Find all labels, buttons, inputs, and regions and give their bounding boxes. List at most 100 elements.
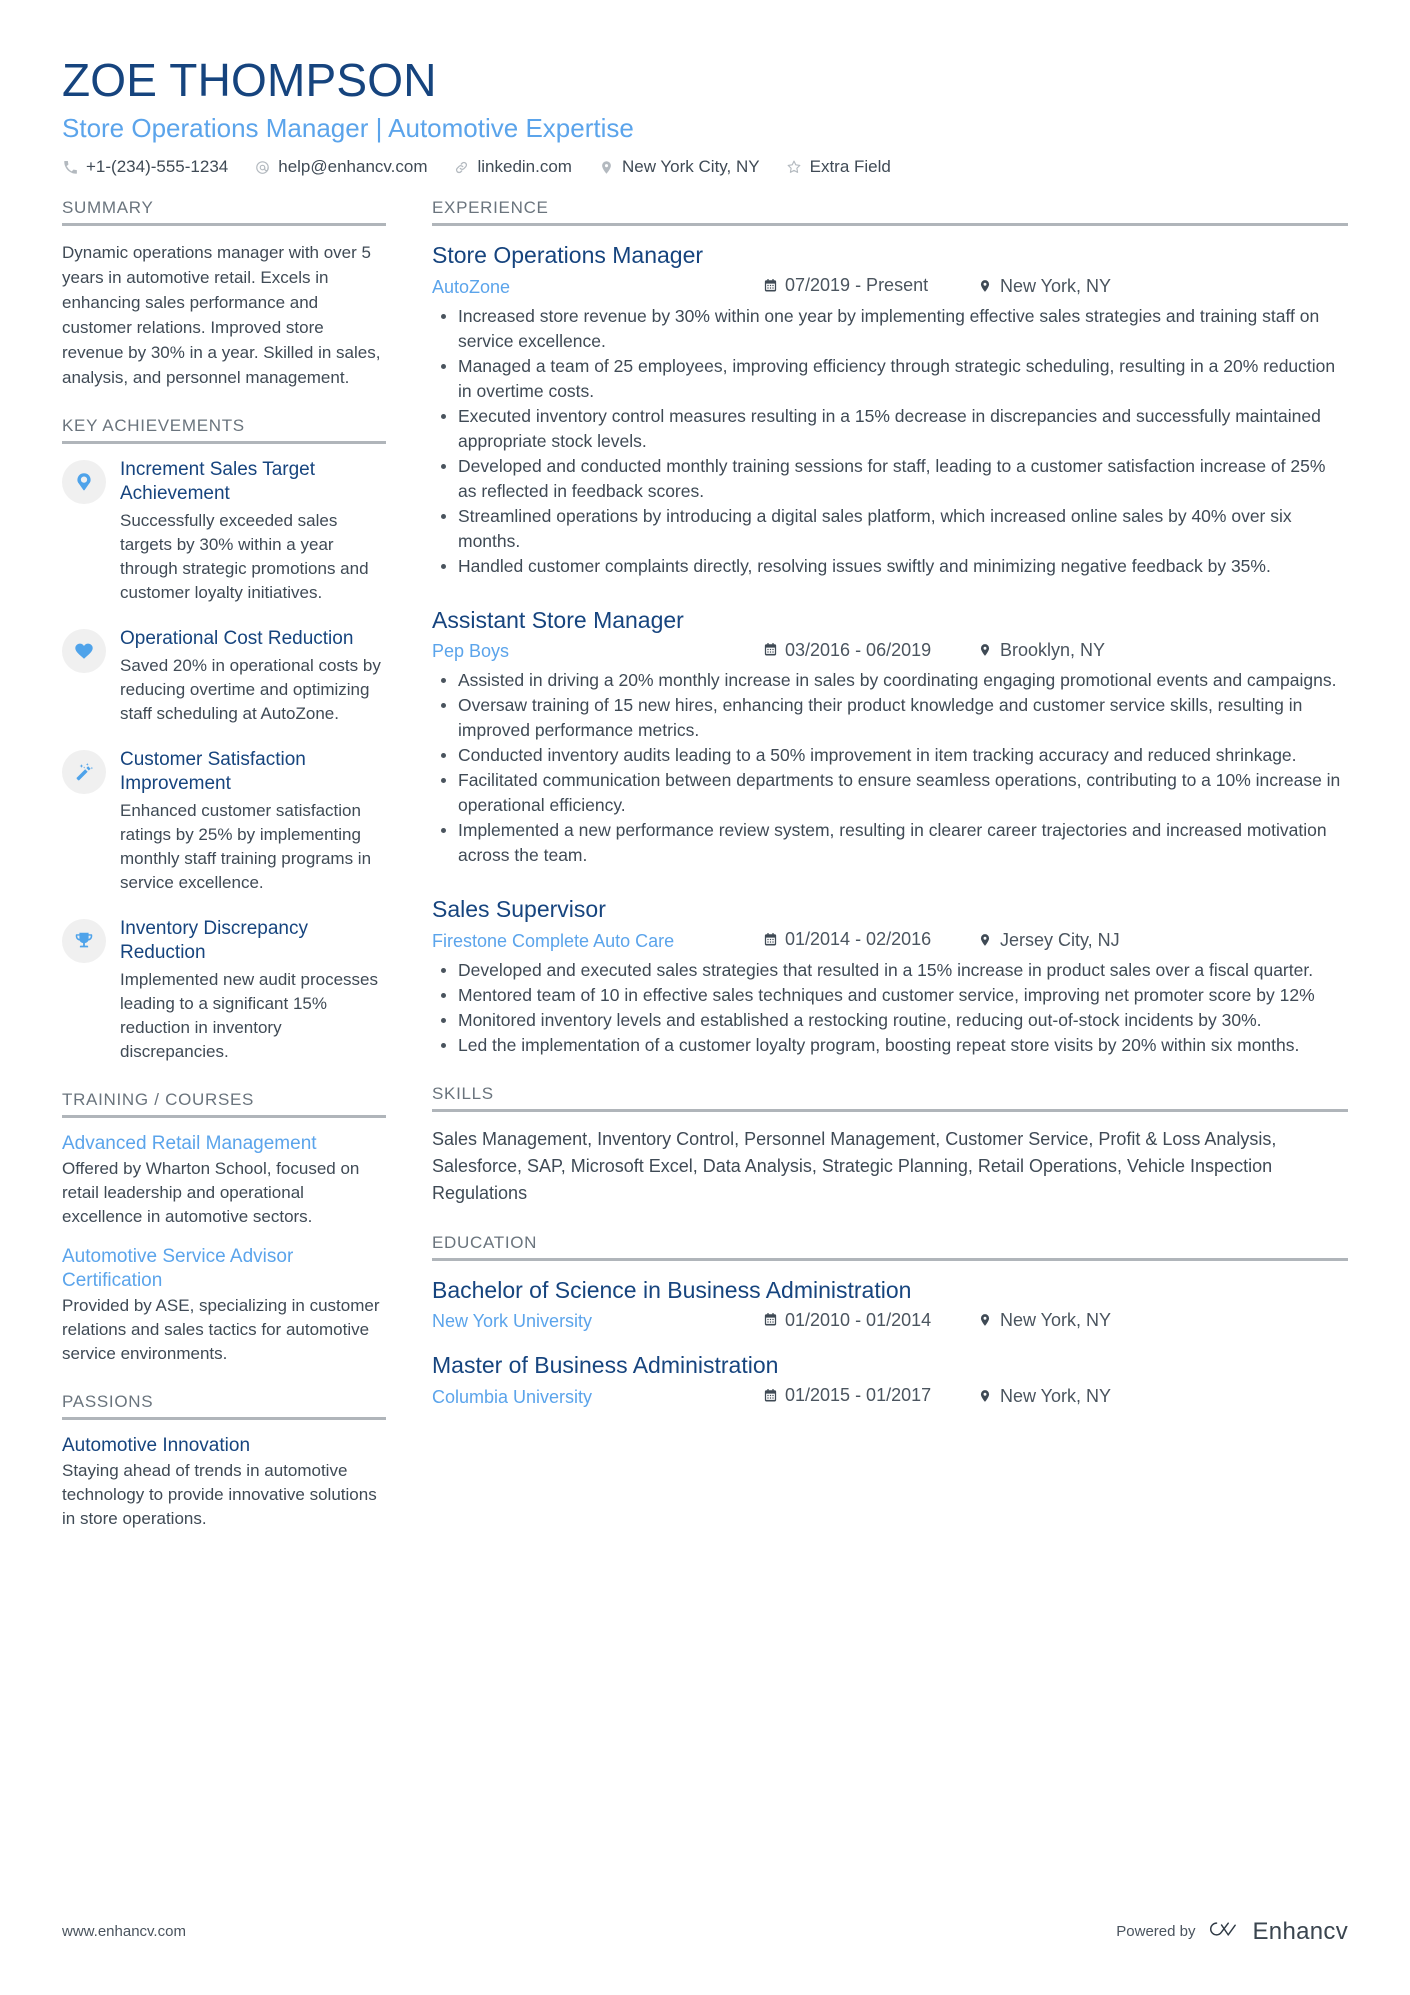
experience-dates: 03/2016 - 06/2019 <box>762 637 977 663</box>
section-divider <box>62 1417 386 1420</box>
contact-phone[interactable]: +1-(234)-555-1234 <box>62 156 228 178</box>
education-degree: Master of Business Administration <box>432 1352 779 1378</box>
location-pin-icon <box>977 1388 993 1404</box>
passion-item-description: Staying ahead of trends in automotive te… <box>62 1461 377 1528</box>
experience-company[interactable]: Firestone Complete Auto Care <box>432 928 762 954</box>
experience-bullets: Developed and executed sales strategies … <box>432 958 1348 1058</box>
section-divider <box>62 223 386 226</box>
section-divider <box>432 1257 1348 1261</box>
experience-dates: 07/2019 - Present <box>762 272 977 298</box>
education-degree: Bachelor of Science in Business Administ… <box>432 1276 912 1303</box>
section-divider <box>432 223 1348 226</box>
education-meta: Columbia University 01/2015 - 01/2017 Ne… <box>432 1382 1348 1410</box>
education-school[interactable]: New York University <box>432 1308 762 1334</box>
list-item: Executed inventory control measures resu… <box>441 404 1348 454</box>
location-pin-icon <box>977 932 993 948</box>
section-title-skills: SKILLS <box>432 1083 494 1103</box>
achievement-badge <box>62 750 106 794</box>
experience-location: Jersey City, NJ <box>977 927 1120 953</box>
achievement-badge <box>62 629 106 673</box>
passion-item: Automotive Innovation Staying ahead of t… <box>62 1434 386 1531</box>
achievement-description: Implemented new audit processes leading … <box>120 970 378 1061</box>
list-item: Increased store revenue by 30% within on… <box>441 304 1348 354</box>
section-divider <box>432 1108 1348 1112</box>
contact-email[interactable]: help@enhancv.com <box>254 156 427 178</box>
section-key-achievements: KEY ACHIEVEMENTS Increment Sales Target … <box>62 416 386 1064</box>
contact-row: +1-(234)-555-1234 help@enhancv.com linke… <box>62 156 1348 178</box>
list-item: Conducted inventory audits leading to a … <box>441 743 1348 768</box>
education-dates: 01/2010 - 01/2014 <box>762 1307 977 1333</box>
calendar-icon <box>762 1387 778 1403</box>
experience-job-title: Sales Supervisor <box>432 896 606 922</box>
achievement-badge <box>62 460 106 504</box>
star-icon <box>786 159 803 176</box>
skills-text: Sales Management, Inventory Control, Per… <box>432 1128 1277 1203</box>
education-meta: New York University 01/2010 - 01/2014 Ne… <box>432 1307 1348 1335</box>
section-title-training-courses: TRAINING / COURSES <box>62 1090 255 1109</box>
list-item: Monitored inventory levels and establish… <box>441 1008 1348 1033</box>
education-school[interactable]: Columbia University <box>432 1384 762 1410</box>
achievement-description: Enhanced customer satisfaction ratings b… <box>120 801 372 892</box>
experience-dates-text: 07/2019 - Present <box>785 275 929 295</box>
experience-location-text: Brooklyn, NY <box>1000 640 1106 660</box>
experience-meta: AutoZone 07/2019 - Present New York, NY <box>432 272 1348 300</box>
section-skills: SKILLS Sales Management, Inventory Contr… <box>432 1084 1348 1207</box>
enhancv-logo-icon <box>1208 1916 1244 1947</box>
footer-website-url[interactable]: www.enhancv.com <box>62 1923 186 1940</box>
training-item: Advanced Retail Management Offered by Wh… <box>62 1132 386 1229</box>
list-item: Developed and conducted monthly training… <box>441 454 1348 504</box>
link-icon <box>453 159 470 176</box>
experience-bullets: Assisted in driving a 20% monthly increa… <box>432 668 1348 868</box>
section-title-experience: EXPERIENCE <box>432 198 549 217</box>
experience-job-title: Store Operations Manager <box>432 242 704 268</box>
section-passions: PASSIONS Automotive Innovation Staying a… <box>62 1392 386 1531</box>
contact-email-text: help@enhancv.com <box>278 157 428 176</box>
contact-extra-field[interactable]: Extra Field <box>786 156 891 178</box>
training-item-description: Offered by Wharton School, focused on re… <box>62 1159 360 1226</box>
education-entry: Bachelor of Science in Business Administ… <box>432 1275 1348 1335</box>
section-title-passions: PASSIONS <box>62 1392 154 1411</box>
education-dates: 01/2015 - 01/2017 <box>762 1382 977 1408</box>
list-item: Handled customer complaints directly, re… <box>441 554 1348 579</box>
location-pin-icon <box>977 642 993 658</box>
training-item-description: Provided by ASE, specializing in custome… <box>62 1296 380 1363</box>
list-item: Oversaw training of 15 new hires, enhanc… <box>441 693 1348 743</box>
experience-entry: Sales Supervisor Firestone Complete Auto… <box>432 894 1348 1058</box>
contact-linkedin[interactable]: linkedin.com <box>453 156 572 178</box>
experience-job-title: Assistant Store Manager <box>432 606 684 633</box>
education-location-text: New York, NY <box>1000 1385 1112 1406</box>
resume-footer: www.enhancv.com Powered by Enhancv <box>62 1916 1348 1947</box>
achievement-description: Successfully exceeded sales targets by 3… <box>120 511 369 602</box>
experience-dates-text: 01/2014 - 02/2016 <box>785 929 932 949</box>
section-training-courses: TRAINING / COURSES Advanced Retail Manag… <box>62 1090 386 1366</box>
list-item: Implemented a new performance review sys… <box>441 818 1348 868</box>
experience-meta: Pep Boys 03/2016 - 06/2019 Brooklyn, NY <box>432 637 1348 665</box>
experience-company[interactable]: AutoZone <box>432 274 762 300</box>
section-title-key-achievements: KEY ACHIEVEMENTS <box>62 416 245 435</box>
achievement-title: Inventory Discrepancy Reduction <box>120 918 308 963</box>
experience-dates: 01/2014 - 02/2016 <box>762 926 977 952</box>
education-dates-text: 01/2015 - 01/2017 <box>785 1385 932 1405</box>
experience-entry: Assistant Store Manager Pep Boys 03/2016… <box>432 605 1348 869</box>
contact-location-text: New York City, NY <box>621 157 760 176</box>
training-item: Automotive Service Advisor Certification… <box>62 1245 386 1366</box>
tag-pin-icon <box>73 471 95 493</box>
footer-branding: Powered by Enhancv <box>1116 1916 1348 1947</box>
heart-icon <box>73 640 95 662</box>
section-education: EDUCATION Bachelor of Science in Busines… <box>432 1233 1348 1410</box>
page-title: ZOE THOMPSON <box>62 54 437 106</box>
resume-columns: SUMMARY Dynamic operations manager with … <box>62 198 1348 1557</box>
calendar-icon <box>762 1312 778 1328</box>
experience-company[interactable]: Pep Boys <box>432 638 762 664</box>
section-summary: SUMMARY Dynamic operations manager with … <box>62 198 386 390</box>
achievement-title: Increment Sales Target Achievement <box>120 459 316 504</box>
location-pin-icon <box>977 1312 993 1328</box>
list-item: Mentored team of 10 in effective sales t… <box>441 983 1348 1008</box>
location-pin-icon <box>977 278 993 294</box>
education-location: New York, NY <box>977 1307 1111 1333</box>
training-item-title: Advanced Retail Management <box>62 1133 317 1154</box>
experience-dates-text: 03/2016 - 06/2019 <box>785 639 932 660</box>
phone-icon <box>62 159 79 176</box>
contact-location[interactable]: New York City, NY <box>598 156 760 178</box>
achievement-item: Increment Sales Target Achievement Succe… <box>62 458 386 605</box>
